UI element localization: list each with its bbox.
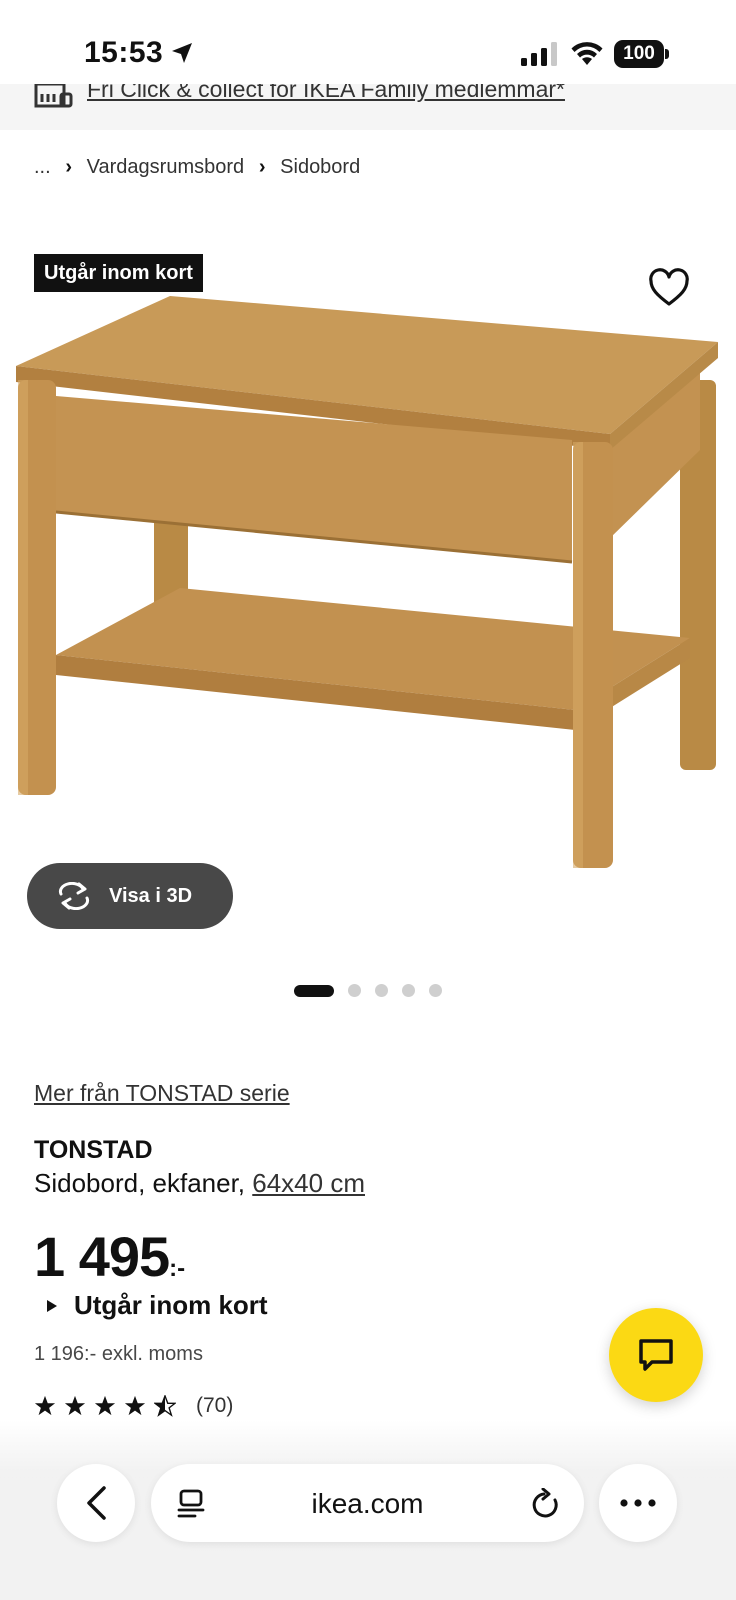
price-ex-vat: 1 196:- exkl. moms bbox=[34, 1343, 203, 1365]
status-badge: Utgår inom kort bbox=[34, 254, 203, 292]
half-star-icon bbox=[154, 1395, 176, 1417]
battery-icon: 100 bbox=[614, 40, 670, 68]
chevron-right-icon: › bbox=[65, 155, 72, 178]
product-image[interactable] bbox=[0, 290, 736, 890]
promo-banner[interactable]: Fri Click & collect för IKEA Family medl… bbox=[0, 82, 736, 130]
availability-toggle[interactable]: Utgår inom kort bbox=[46, 1290, 268, 1321]
rotate-3d-icon bbox=[58, 882, 90, 910]
more-button[interactable] bbox=[599, 1464, 677, 1542]
chat-button[interactable] bbox=[609, 1308, 703, 1402]
rating[interactable]: (70) bbox=[34, 1394, 233, 1418]
product-description-text: Sidobord, ekfaner, bbox=[34, 1168, 253, 1198]
breadcrumb-item-sidobord[interactable]: Sidobord bbox=[280, 156, 360, 179]
product-size-link[interactable]: 64x40 cm bbox=[252, 1168, 365, 1198]
signal-icon bbox=[521, 42, 557, 66]
image-pagination bbox=[294, 984, 456, 997]
product-description: Sidobord, ekfaner, 64x40 cm bbox=[34, 1168, 365, 1199]
heart-icon[interactable] bbox=[648, 268, 690, 308]
address-bar[interactable]: ikea.com bbox=[151, 1464, 584, 1542]
view-3d-label: Visa i 3D bbox=[109, 884, 193, 907]
pagination-dot-active[interactable] bbox=[294, 984, 334, 997]
store-icon bbox=[34, 82, 73, 108]
battery-level: 100 bbox=[614, 40, 664, 68]
wifi-icon bbox=[571, 42, 603, 65]
series-link[interactable]: Mer från TONSTAD serie bbox=[34, 1080, 290, 1107]
pagination-dot[interactable] bbox=[375, 984, 388, 997]
status-bar: 15:53 100 bbox=[0, 0, 736, 84]
chevron-right-icon: › bbox=[258, 155, 266, 178]
product-name: TONSTAD bbox=[34, 1136, 153, 1164]
breadcrumb-item-vardagsrumsbord[interactable]: Vardagsrumsbord bbox=[87, 156, 244, 179]
product-price: 1 495:- bbox=[34, 1224, 185, 1289]
availability-text: Utgår inom kort bbox=[74, 1290, 268, 1320]
star-icon bbox=[34, 1395, 56, 1416]
status-time: 15:53 bbox=[84, 36, 164, 69]
chat-icon bbox=[639, 1339, 673, 1371]
price-suffix: :- bbox=[169, 1255, 186, 1282]
price-value: 1 495 bbox=[34, 1225, 170, 1288]
url-text[interactable]: ikea.com bbox=[151, 1488, 584, 1520]
pagination-dot[interactable] bbox=[429, 984, 442, 997]
breadcrumb-ellipsis[interactable]: ... bbox=[34, 156, 51, 179]
view-3d-button[interactable]: Visa i 3D bbox=[27, 863, 233, 929]
pagination-dot[interactable] bbox=[402, 984, 415, 997]
star-icon bbox=[94, 1395, 116, 1416]
more-icon bbox=[620, 1499, 656, 1507]
pagination-dot[interactable] bbox=[348, 984, 361, 997]
review-count: (70) bbox=[196, 1394, 234, 1417]
back-icon bbox=[87, 1486, 106, 1520]
reload-icon[interactable] bbox=[531, 1488, 561, 1520]
location-arrow-icon bbox=[172, 43, 192, 63]
star-icon bbox=[64, 1395, 86, 1416]
breadcrumb: ... › Vardagsrumsbord › Sidobord bbox=[34, 152, 360, 182]
triangle-icon bbox=[47, 1299, 57, 1312]
star-icon bbox=[124, 1395, 146, 1416]
promo-link[interactable]: Fri Click & collect för IKEA Family medl… bbox=[87, 82, 565, 103]
back-button[interactable] bbox=[57, 1464, 135, 1542]
